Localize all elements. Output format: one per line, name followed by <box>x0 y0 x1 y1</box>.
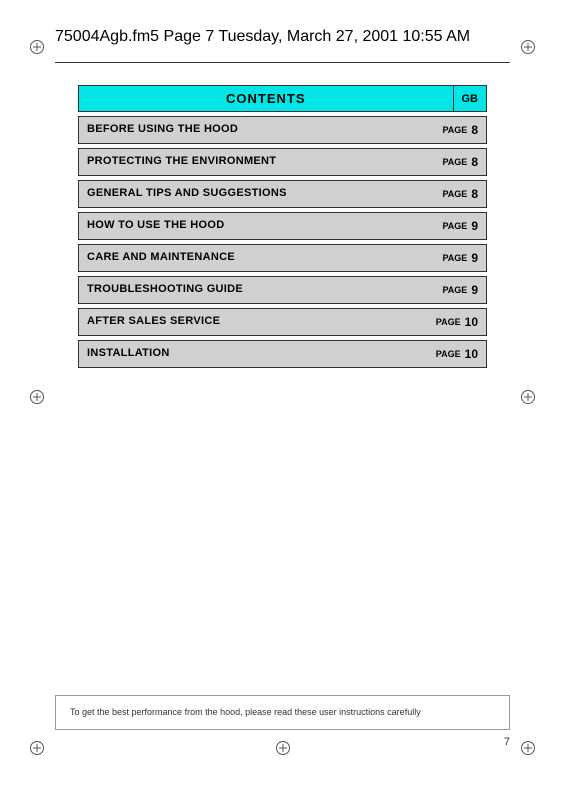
toc-rows: BEFORE USING THE HOODPAGE8PROTECTING THE… <box>78 116 487 368</box>
page-word: PAGE <box>436 349 461 359</box>
toc-row: AFTER SALES SERVICE PAGE 10 <box>78 308 487 336</box>
toc-page: PAGE 10 <box>428 309 486 335</box>
page-word: PAGE <box>442 125 467 135</box>
corner-mark-tr <box>521 40 535 59</box>
toc-label: BEFORE USING THE HOOD <box>79 117 434 143</box>
toc-page: PAGE 9 <box>434 213 486 239</box>
corner-mark-tl <box>30 40 44 59</box>
toc-row: TROUBLESHOOTING GUIDE PAGE 9 <box>78 276 487 304</box>
page-num: 10 <box>465 315 478 329</box>
page-number: 7 <box>504 736 510 748</box>
contents-title: CONTENTS <box>226 91 306 106</box>
toc-label: TROUBLESHOOTING GUIDE <box>79 277 434 303</box>
page-num: 8 <box>471 187 478 201</box>
toc-page: PAGE 8 <box>434 117 486 143</box>
page-word: PAGE <box>442 157 467 167</box>
page-num: 8 <box>471 123 478 137</box>
contents-gb-cell: GB <box>453 86 487 111</box>
header-divider <box>55 62 510 63</box>
toc-page: PAGE 10 <box>428 341 486 367</box>
toc-row: BEFORE USING THE HOOD PAGE 8 <box>78 116 487 144</box>
page-word: PAGE <box>442 285 467 295</box>
page: 75004Agb.fm5 Page 7 Tuesday, March 27, 2… <box>0 0 565 800</box>
page-word: PAGE <box>442 253 467 263</box>
toc-row: PROTECTING THE ENVIRONMENT PAGE 8 <box>78 148 487 176</box>
toc-page: PAGE 9 <box>434 277 486 303</box>
toc-label: PROTECTING THE ENVIRONMENT <box>79 149 434 175</box>
content-area: CONTENTS GB BEFORE USING THE HOODPAGE8PR… <box>78 85 487 372</box>
corner-mark-mr <box>521 390 535 409</box>
page-word: PAGE <box>436 317 461 327</box>
bottom-note: To get the best performance from the hoo… <box>55 695 510 730</box>
toc-label: GENERAL TIPS AND SUGGESTIONS <box>79 181 434 207</box>
toc-label: AFTER SALES SERVICE <box>79 309 428 335</box>
page-word: PAGE <box>442 221 467 231</box>
toc-label: INSTALLATION <box>79 341 428 367</box>
page-num: 10 <box>465 347 478 361</box>
corner-mark-bm <box>276 741 290 760</box>
corner-mark-ml <box>30 390 44 409</box>
contents-header: CONTENTS GB <box>78 85 487 112</box>
toc-page: PAGE 8 <box>434 149 486 175</box>
page-word: PAGE <box>442 189 467 199</box>
toc-row: GENERAL TIPS AND SUGGESTIONS PAGE 8 <box>78 180 487 208</box>
page-num: 9 <box>471 251 478 265</box>
bottom-note-text: To get the best performance from the hoo… <box>70 707 421 717</box>
toc-page: PAGE 8 <box>434 181 486 207</box>
gb-label: GB <box>462 93 479 105</box>
page-num: 8 <box>471 155 478 169</box>
toc-page: PAGE 9 <box>434 245 486 271</box>
page-num: 9 <box>471 219 478 233</box>
toc-row: CARE AND MAINTENANCE PAGE 9 <box>78 244 487 272</box>
header-bar: 75004Agb.fm5 Page 7 Tuesday, March 27, 2… <box>55 28 510 46</box>
toc-row: HOW TO USE THE HOOD PAGE 9 <box>78 212 487 240</box>
corner-mark-bl <box>30 741 44 760</box>
file-info: 75004Agb.fm5 Page 7 Tuesday, March 27, 2… <box>55 28 470 46</box>
toc-label: HOW TO USE THE HOOD <box>79 213 434 239</box>
toc-row: INSTALLATION PAGE 10 <box>78 340 487 368</box>
toc-label: CARE AND MAINTENANCE <box>79 245 434 271</box>
contents-title-cell: CONTENTS <box>79 86 453 111</box>
page-num: 9 <box>471 283 478 297</box>
corner-mark-br <box>521 741 535 760</box>
